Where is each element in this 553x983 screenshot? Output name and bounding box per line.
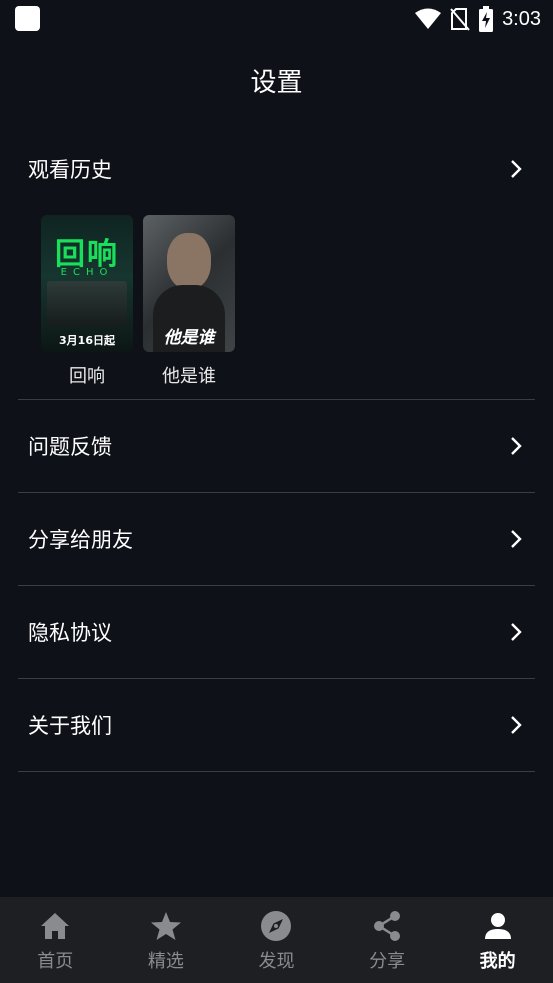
chevron-right-icon <box>511 716 522 734</box>
settings-screen: 3:03 设置 观看历史 回响 ECHO 3月16日起 回响 他是谁 他是谁 问… <box>0 0 553 983</box>
privacy-label: 隐私协议 <box>28 621 112 645</box>
poster-figures <box>47 281 127 327</box>
history-item-title: 他是谁 <box>162 366 216 387</box>
share-friends-row[interactable]: 分享给朋友 <box>18 493 535 585</box>
status-indicators: 3:03 <box>414 6 541 32</box>
bottom-nav: 首页 精选 发现 分享 我的 <box>0 897 553 983</box>
history-item[interactable]: 他是谁 他是谁 <box>143 215 235 388</box>
person-icon <box>481 909 515 943</box>
feedback-row[interactable]: 问题反馈 <box>18 400 535 492</box>
no-sim-icon <box>450 8 470 31</box>
compass-icon <box>259 909 293 943</box>
nav-home[interactable]: 首页 <box>0 897 111 983</box>
nav-discover[interactable]: 发现 <box>221 897 332 983</box>
nav-share[interactable]: 分享 <box>332 897 443 983</box>
battery-icon <box>479 6 494 32</box>
feedback-label: 问题反馈 <box>28 435 112 459</box>
wifi-icon <box>415 8 442 29</box>
history-item-title: 回响 <box>69 366 105 387</box>
chevron-right-icon <box>511 437 522 455</box>
app-notification-icon <box>15 6 40 31</box>
nav-discover-label: 发现 <box>258 951 295 972</box>
watch-history-label: 观看历史 <box>28 158 112 182</box>
star-icon <box>149 909 183 943</box>
share-friends-label: 分享给朋友 <box>28 528 133 552</box>
nav-featured[interactable]: 精选 <box>111 897 222 983</box>
clock: 3:03 <box>502 7 541 30</box>
divider <box>18 771 535 772</box>
poster-subtitle: ECHO <box>60 267 114 278</box>
poster-who-is-he[interactable]: 他是谁 <box>143 215 235 352</box>
status-bar: 3:03 <box>0 0 553 38</box>
home-icon <box>38 909 72 943</box>
history-list: 回响 ECHO 3月16日起 回响 他是谁 他是谁 <box>41 215 235 388</box>
privacy-row[interactable]: 隐私协议 <box>18 586 535 678</box>
chevron-right-icon <box>511 530 522 548</box>
poster-logo: 他是谁 <box>163 328 215 348</box>
history-item[interactable]: 回响 ECHO 3月16日起 回响 <box>41 215 133 388</box>
share-icon <box>370 909 404 943</box>
about-row[interactable]: 关于我们 <box>18 679 535 771</box>
watch-history-row[interactable]: 观看历史 <box>18 123 535 215</box>
nav-featured-label: 精选 <box>147 951 184 972</box>
poster-echo[interactable]: 回响 ECHO 3月16日起 <box>41 215 133 352</box>
nav-share-label: 分享 <box>369 951 406 972</box>
poster-date: 3月16日起 <box>59 334 115 347</box>
nav-mine[interactable]: 我的 <box>442 897 553 983</box>
chevron-right-icon <box>511 160 522 178</box>
chevron-right-icon <box>511 623 522 641</box>
about-label: 关于我们 <box>28 714 112 738</box>
poster-face <box>167 233 211 289</box>
page-title: 设置 <box>250 68 303 98</box>
nav-mine-label: 我的 <box>479 951 516 972</box>
nav-home-label: 首页 <box>37 951 74 972</box>
